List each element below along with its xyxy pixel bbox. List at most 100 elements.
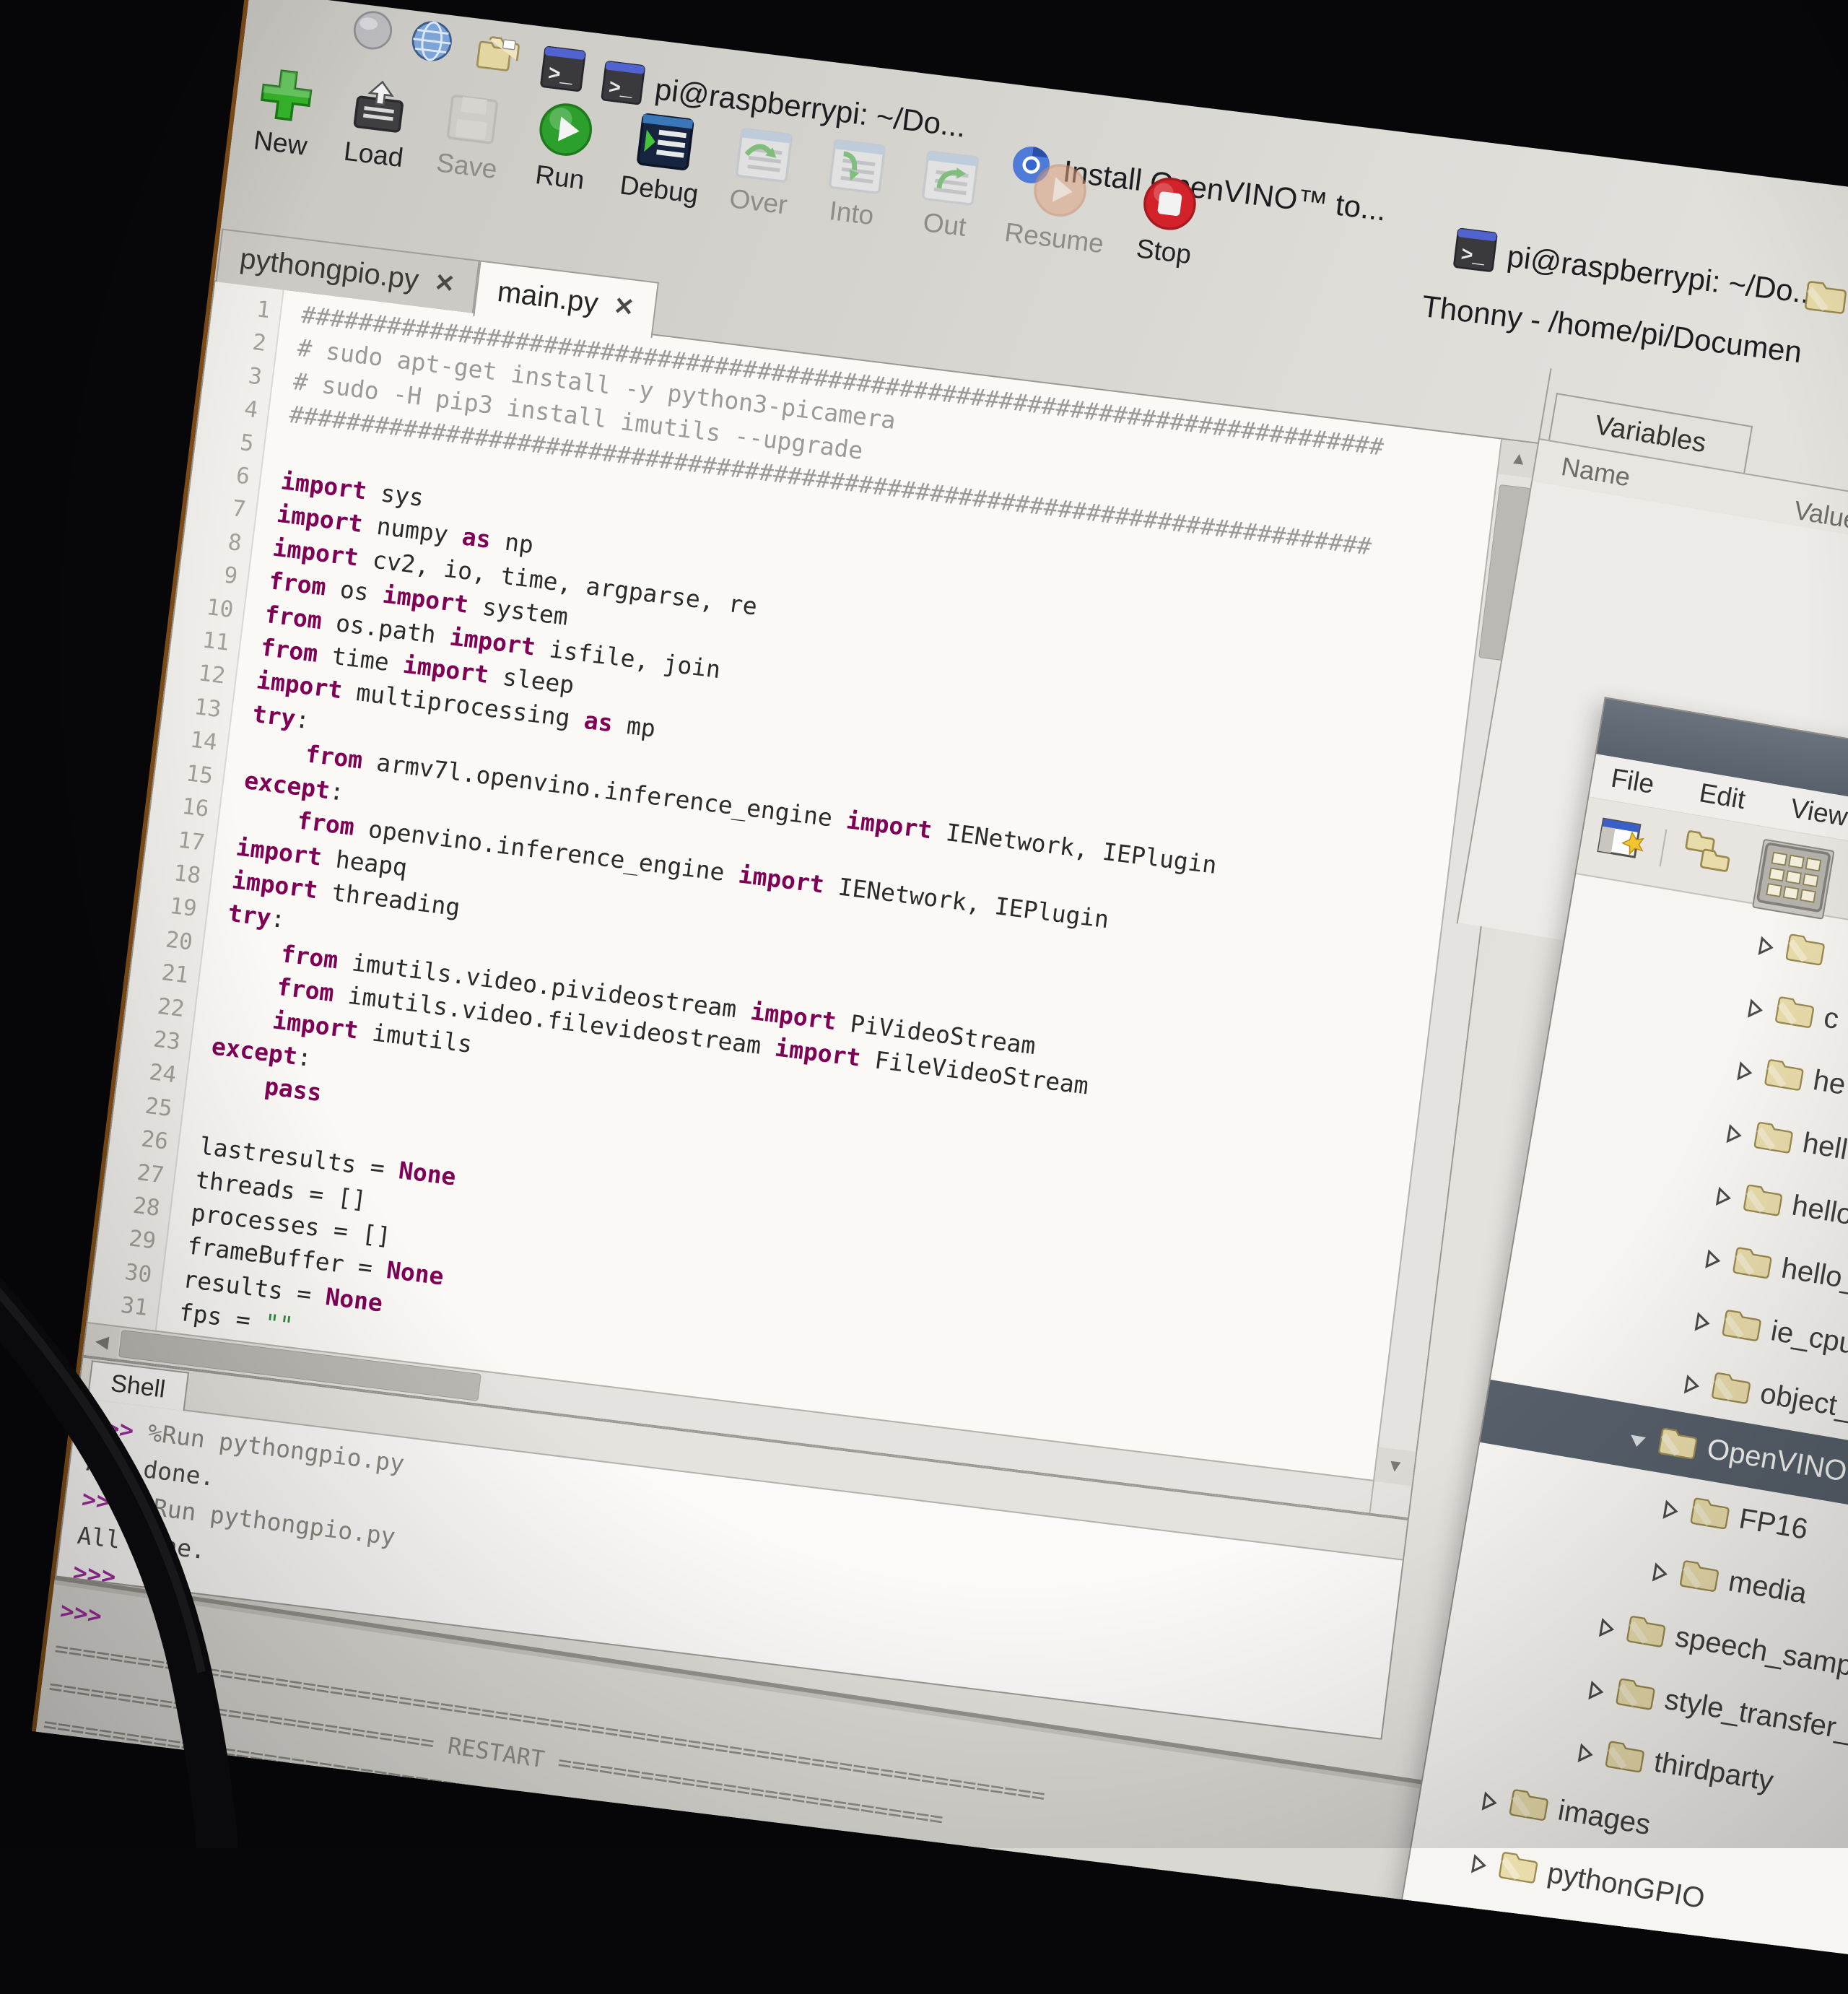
debug-icon [635, 111, 696, 173]
toolbar-button-label: Over [728, 183, 789, 220]
expander-right-icon[interactable] [1658, 1494, 1683, 1520]
svg-text:>_: >_ [1460, 245, 1486, 270]
folder-tree: chehellhello_hello_rie_cpu_eobject_deOpe… [1395, 874, 1848, 1994]
folder-icon [1803, 275, 1848, 324]
save-file-icon [442, 87, 503, 149]
code-token: from [279, 939, 340, 974]
code-token [239, 799, 300, 834]
expander-right-icon[interactable] [1711, 1181, 1736, 1206]
code-token: sys [365, 477, 425, 512]
toolbar-button-label: Out [921, 207, 967, 243]
out-button: Out [910, 146, 987, 244]
shell-prompt: >>> [71, 1557, 118, 1590]
fm-folders-button[interactable] [1679, 826, 1735, 880]
toolbar-button-label: Save [435, 147, 499, 185]
expander-right-icon[interactable] [1594, 1612, 1619, 1637]
close-icon[interactable]: ✕ [612, 292, 636, 323]
code-token: "" [263, 1308, 295, 1340]
folder-icon [1720, 1307, 1764, 1344]
resume-button: Resume [1003, 157, 1112, 259]
stop-button[interactable]: Stop [1129, 173, 1206, 271]
menu-edit[interactable]: Edit [1697, 778, 1748, 815]
expander-right-icon[interactable] [1690, 1306, 1715, 1331]
tree-row-label: hello_r [1779, 1252, 1848, 1298]
code-token [247, 733, 308, 767]
tree-row-label: c [1821, 1001, 1841, 1036]
folder-icon [1752, 1119, 1796, 1157]
code-token: : [328, 776, 346, 806]
run-icon [535, 99, 596, 160]
folder-icon [1763, 1056, 1807, 1094]
expander-right-icon[interactable] [1573, 1738, 1598, 1763]
svg-text:>_: >_ [546, 62, 575, 89]
load-file-icon [349, 76, 410, 137]
expander-right-icon[interactable] [1753, 931, 1779, 956]
new-button[interactable]: New [245, 64, 323, 162]
toolbar-button-label: Load [342, 136, 405, 173]
folder-icon [1496, 1849, 1540, 1886]
tree-row-label: Dow [1535, 1919, 1597, 1961]
folder-icon [1486, 1912, 1530, 1949]
terminal-window-icon: >_ [539, 45, 586, 96]
shell-prompt: >>> [80, 1484, 141, 1519]
into-button: Into [816, 134, 894, 232]
save-button: Save [432, 87, 509, 185]
folder-icon [1614, 1675, 1658, 1712]
expander-right-icon[interactable] [1466, 1848, 1491, 1873]
expander-right-icon[interactable] [1583, 1675, 1608, 1700]
terminal-window-icon: >_ [599, 60, 646, 109]
code-token: try [251, 700, 297, 733]
close-icon[interactable]: ✕ [432, 268, 456, 299]
fm-newtab-button[interactable] [1595, 811, 1649, 867]
code-token: os [324, 573, 385, 608]
tree-row-label: hell [1800, 1126, 1848, 1166]
tree-row-label: images [1556, 1794, 1653, 1842]
code-token: : [295, 1042, 313, 1072]
tree-row-label: thirdparty [1652, 1746, 1776, 1798]
expander-right-icon[interactable] [1700, 1244, 1725, 1269]
menu-file[interactable]: File [1609, 763, 1657, 800]
folder-icon [1624, 1613, 1668, 1650]
scroll-left-icon[interactable]: ◀ [84, 1323, 121, 1359]
tree-row-label: pythonGPIO [1545, 1857, 1707, 1915]
expander-right-icon[interactable] [1455, 1911, 1481, 1936]
tab-label: pythongpio.py [238, 243, 421, 297]
code-token: np [489, 526, 535, 560]
code-area[interactable]: ########################################… [152, 290, 1540, 1518]
expander-right-icon[interactable] [1477, 1786, 1502, 1811]
code-token: : [269, 904, 287, 933]
toolbar-separator [1660, 830, 1668, 867]
toolbar-button-label: Debug [618, 170, 699, 209]
taskbar-button[interactable] [1803, 275, 1848, 324]
expander-down-icon[interactable] [1626, 1424, 1651, 1450]
launcher-app-menu-icon[interactable] [350, 8, 396, 56]
code-token: None [397, 1156, 458, 1190]
load-button[interactable]: Load [339, 76, 416, 174]
launcher-terminal-window-icon[interactable]: >_ [539, 45, 586, 96]
expander-right-icon[interactable] [1647, 1557, 1673, 1582]
toolbar-button-label: Run [533, 160, 586, 196]
code-token: from [259, 633, 320, 668]
code-token [222, 932, 283, 967]
launcher-browser-globe-icon[interactable] [408, 18, 455, 69]
run-button[interactable]: Run [525, 98, 602, 196]
fm-newtab-icon [1595, 811, 1649, 867]
expander-right-icon[interactable] [1722, 1118, 1747, 1144]
code-token: as [461, 523, 492, 554]
tree-row-label: media [1726, 1565, 1809, 1611]
over-button: Over [723, 123, 801, 221]
expander-right-icon[interactable] [1743, 993, 1768, 1019]
menu-view[interactable]: View [1788, 793, 1848, 833]
code-token: None [324, 1282, 385, 1317]
expander-right-icon[interactable] [1679, 1369, 1704, 1394]
resume-icon [1029, 160, 1091, 221]
folder-icon [1741, 1181, 1785, 1219]
folder-icon [1709, 1370, 1753, 1407]
toolbar-button-label: Stop [1135, 233, 1193, 270]
debug-button[interactable]: Debug [618, 110, 707, 209]
expander-right-icon[interactable] [1732, 1055, 1757, 1081]
launcher-file-manager-icon[interactable] [471, 32, 522, 85]
code-token [218, 965, 279, 1000]
folder-icon [1603, 1738, 1647, 1775]
code-token: from [267, 566, 328, 601]
